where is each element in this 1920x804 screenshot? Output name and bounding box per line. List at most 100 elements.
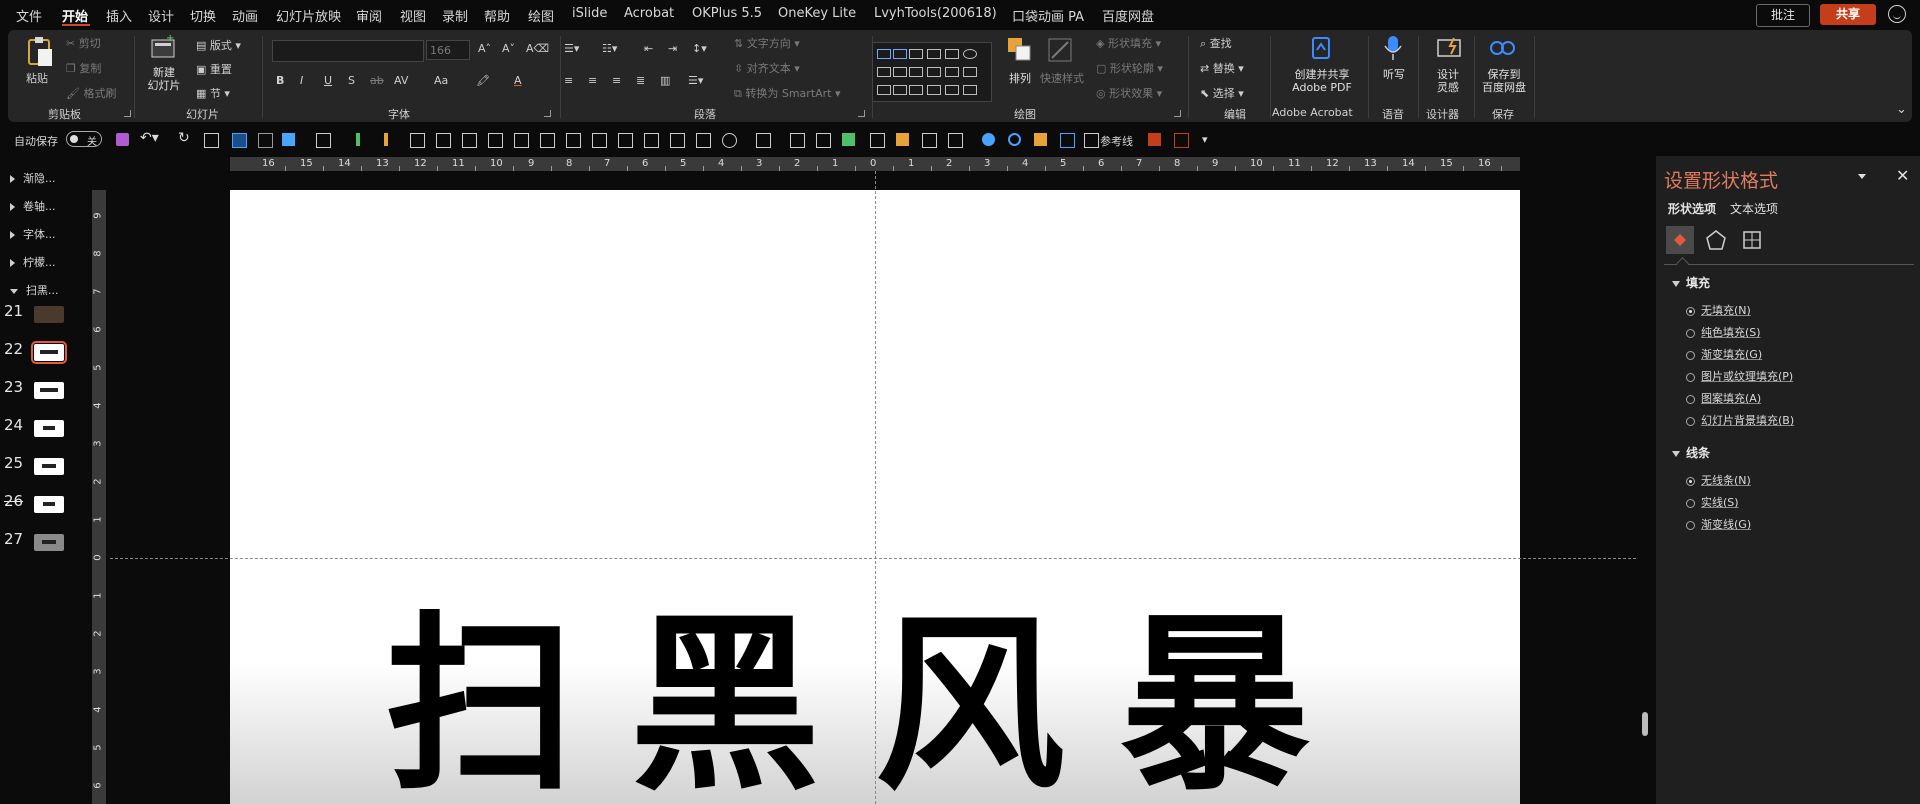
guides-checkbox[interactable]: [1084, 133, 1099, 148]
font-name-input[interactable]: [272, 40, 424, 62]
menu-home[interactable]: 开始: [62, 6, 88, 25]
pane-options-chevron-down-icon[interactable]: [1858, 174, 1866, 179]
fill-option-pattern[interactable]: 图案填充(A): [1686, 390, 1761, 406]
menu-pocket-animation[interactable]: 口袋动画 PA: [1012, 6, 1084, 25]
section-button[interactable]: ▦ 节 ▾: [196, 85, 230, 101]
bold-button[interactable]: B: [276, 74, 284, 87]
paragraph-launcher-icon[interactable]: [858, 110, 865, 117]
comment-button[interactable]: 批注: [1756, 4, 1810, 27]
undo-icon[interactable]: ↶▾: [140, 130, 159, 146]
menu-okplus[interactable]: OKPlus 5.5: [692, 6, 762, 21]
slide-thumbnail-26[interactable]: [34, 496, 64, 513]
char-spacing-button[interactable]: AV: [394, 74, 408, 87]
quick-styles-button[interactable]: 快速样式: [1040, 72, 1084, 85]
qat-tool-red-icon[interactable]: [1148, 133, 1161, 146]
baidu-cloud-icon[interactable]: [1488, 36, 1518, 58]
effects-icon[interactable]: [1702, 226, 1730, 254]
menu-record[interactable]: 录制: [442, 6, 468, 25]
underline-button[interactable]: U: [324, 74, 332, 87]
quick-styles-icon[interactable]: [1046, 36, 1074, 64]
strikethrough-button[interactable]: ab: [370, 74, 384, 87]
fill-option-solid[interactable]: 纯色填充(S): [1686, 324, 1761, 340]
eyedropper-qat-icon[interactable]: [870, 133, 885, 148]
lasso-qat-icon[interactable]: [948, 133, 963, 148]
qat-tool-7-icon[interactable]: [384, 133, 388, 146]
menu-slideshow[interactable]: 幻灯片放映: [276, 6, 341, 25]
paste-icon[interactable]: [26, 36, 54, 68]
ungroup-qat-icon[interactable]: [644, 133, 659, 148]
format-painter-button[interactable]: 🖌 格式刷: [66, 85, 116, 101]
line-option-none[interactable]: 无线条(N): [1686, 472, 1751, 488]
collapse-ribbon-icon[interactable]: ⌄: [1896, 102, 1907, 117]
arrange-button[interactable]: 排列: [1004, 72, 1036, 85]
qat-tool-3-icon[interactable]: [258, 133, 273, 148]
line-option-solid[interactable]: 实线(S): [1686, 494, 1739, 510]
fill-option-gradient[interactable]: 渐变填充(G): [1686, 346, 1762, 362]
new-slide-icon[interactable]: +: [150, 34, 178, 60]
slide-thumbnail-27[interactable]: [34, 534, 64, 551]
menu-baidu[interactable]: 百度网盘: [1102, 6, 1154, 25]
new-slide-button[interactable]: 新建 幻灯片: [144, 66, 184, 92]
font-launcher-icon[interactable]: [544, 110, 551, 117]
italic-button[interactable]: I: [300, 74, 303, 87]
increase-font-icon[interactable]: A˄: [478, 42, 491, 55]
shape-effects-button[interactable]: ◎ 形状效果 ▾: [1096, 85, 1162, 101]
cut-button[interactable]: ✂ 剪切: [66, 35, 101, 51]
save-icon[interactable]: [116, 133, 129, 146]
adobe-pdf-icon[interactable]: [1310, 36, 1334, 60]
shape-fill-button[interactable]: ◈ 形状填充 ▾: [1096, 35, 1161, 51]
drawing-launcher-icon[interactable]: [1174, 110, 1181, 117]
font-size-input[interactable]: 166: [426, 40, 470, 60]
distribute-h-qat-icon[interactable]: [566, 133, 581, 148]
menu-onekey[interactable]: OneKey Lite: [778, 6, 856, 21]
outline-qat-icon[interactable]: [756, 133, 771, 148]
menu-lvyhtools[interactable]: LvyhTools(200618): [874, 6, 997, 21]
menu-view[interactable]: 视图: [400, 6, 426, 25]
distribute-v-qat-icon[interactable]: [592, 133, 607, 148]
distribute-icon[interactable]: ▥: [660, 74, 670, 87]
tab-text-options[interactable]: 文本选项: [1730, 200, 1778, 217]
line-section-header[interactable]: 线条: [1672, 444, 1710, 461]
back-qat-icon[interactable]: [696, 133, 711, 148]
design-ideas-button[interactable]: 设计 灵感: [1428, 68, 1468, 94]
align-bottom-qat-icon[interactable]: [540, 133, 555, 148]
clear-format-icon[interactable]: A⌫: [526, 42, 549, 55]
increase-indent-icon[interactable]: ⇥: [668, 42, 677, 55]
picture-qat-icon[interactable]: [790, 133, 805, 148]
align-right-qat-icon[interactable]: [462, 133, 477, 148]
slide-thumbnail-22[interactable]: [31, 341, 67, 364]
qat-tool-2-icon[interactable]: [232, 133, 247, 148]
tab-shape-options[interactable]: 形状选项: [1668, 200, 1716, 217]
qat-tool-ex-icon[interactable]: [1174, 133, 1189, 148]
slide-thumbnail-21[interactable]: [34, 306, 64, 323]
layout-button[interactable]: ▤ 版式 ▾: [196, 37, 241, 53]
shadow-button[interactable]: S: [348, 74, 355, 87]
bullets-icon[interactable]: ☰▾: [564, 42, 579, 55]
layer-qat-icon[interactable]: [1034, 133, 1047, 146]
dictate-button[interactable]: 听写: [1374, 68, 1414, 81]
fill-option-slide-background[interactable]: 幻灯片背景填充(B): [1686, 412, 1794, 428]
qat-tool-1-icon[interactable]: [204, 133, 219, 148]
highlight-icon[interactable]: 🖍: [476, 74, 490, 87]
brush-qat-icon[interactable]: [922, 133, 937, 148]
merge-shapes-qat-icon[interactable]: [722, 133, 737, 148]
font-color-button[interactable]: A: [514, 74, 522, 87]
menu-animations[interactable]: 动画: [232, 6, 258, 25]
fill-line-icon[interactable]: [1666, 226, 1694, 254]
align-middle-qat-icon[interactable]: [514, 133, 529, 148]
align-center-icon[interactable]: ≡: [588, 74, 597, 87]
qat-tool-orange-icon[interactable]: [896, 133, 909, 146]
change-case-button[interactable]: Aa: [434, 74, 448, 87]
customize-qat-icon[interactable]: ▾: [1202, 133, 1208, 146]
vertical-scrollbar[interactable]: [1640, 170, 1652, 804]
decrease-indent-icon[interactable]: ⇤: [644, 42, 653, 55]
menu-file[interactable]: 文件: [16, 6, 42, 25]
section-5[interactable]: 扫黑...: [10, 282, 59, 298]
decrease-font-icon[interactable]: A˅: [502, 42, 515, 55]
menu-transitions[interactable]: 切换: [190, 6, 216, 25]
fill-section-header[interactable]: 填充: [1672, 274, 1710, 291]
designer-icon[interactable]: [1436, 36, 1464, 60]
menu-review[interactable]: 审阅: [356, 6, 382, 25]
section-4[interactable]: 柠檬...: [10, 254, 56, 270]
vertical-guide[interactable]: [875, 171, 876, 804]
